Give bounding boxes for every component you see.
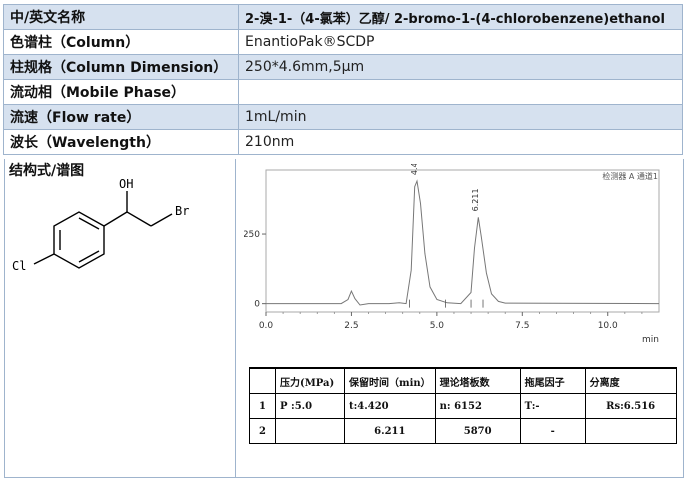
detector-label: 检测器 A 通道1 [602,171,658,181]
benzene-ring [53,211,105,269]
results-cell: 5870 [434,418,521,444]
x-axis-unit: min [642,335,659,345]
info-table: 中/英文名称 2-溴-1-（4-氯苯）乙醇/ 2-bromo-1-(4-chlo… [3,4,683,155]
info-label: 流动相（Mobile Phase） [3,79,239,105]
info-row-mobile-phase: 流动相（Mobile Phase） [3,79,683,105]
br-label: Br [175,204,189,218]
results-cell [584,418,677,444]
results-cell: Rs:6.516 [584,393,677,419]
info-row-name: 中/英文名称 2-溴-1-（4-氯苯）乙醇/ 2-bromo-1-(4-chlo… [3,4,683,30]
info-row-dimension: 柱规格（Column Dimension） 250*4.6mm,5μm [3,54,683,80]
info-label: 柱规格（Column Dimension） [3,54,239,80]
x-tick-label: 0.0 [259,321,274,331]
peak-label: 6.211 [471,188,480,211]
info-row-wavelength: 波长（Wavelength） 210nm [3,129,683,155]
results-header-cell: 压力(MPa) [275,367,345,394]
results-cell: 1 [249,393,276,419]
results-row: 1 P :5.0 t:4.420 n: 6152 T:- Rs:6.516 [249,393,677,419]
info-row-column: 色谱柱（Column） EnantioPak®SCDP [3,29,683,55]
results-table: 压力(MPa) 保留时间（min） 理论塔板数 拖尾因子 分离度 1 P :5.… [249,367,677,444]
y-tick-label: 0 [254,300,260,310]
y-tick-label: 250 [244,230,260,240]
results-cell: P :5.0 [275,393,345,419]
info-label: 中/英文名称 [3,4,239,30]
info-label: 波长（Wavelength） [3,129,239,155]
results-header-cell: 理论塔板数 [434,367,521,394]
info-row-flow-rate: 流速（Flow rate） 1mL/min [3,104,683,130]
cl-label: Cl [12,259,26,273]
results-cell [275,418,345,444]
results-cell: T:- [519,393,586,419]
results-cell: 6.211 [344,418,436,444]
info-label: 流速（Flow rate） [3,104,239,130]
results-cell: n: 6152 [434,393,521,419]
oh-label: OH [119,177,133,191]
results-header-cell: 分离度 [584,367,677,394]
info-value: 210nm [238,129,683,155]
info-value: 2-溴-1-（4-氯苯）乙醇/ 2-bromo-1-(4-chlorobenze… [238,4,683,30]
info-value: EnantioPak®SCDP [238,29,683,55]
results-cell: t:4.420 [344,393,436,419]
peak-label: 4.420 [410,164,419,175]
plot-frame [265,169,660,313]
results-header-cell: 拖尾因子 [519,367,586,394]
chromatogram-chart: 0.0 2.5 5.0 7.5 10.0 0 250 min 检测器 A 通道1 4.420 6.… [244,164,660,345]
info-label: 色谱柱（Column） [3,29,239,55]
chromatogram-trace [266,179,660,306]
x-tick-label: 5.0 [430,321,445,331]
x-tick-label: 10.0 [598,321,618,331]
info-value [238,79,683,105]
molecule-structure: OH Br Cl [12,177,189,273]
x-tick-label: 2.5 [344,321,358,331]
document: 中/英文名称 2-溴-1-（4-氯苯）乙醇/ 2-bromo-1-(4-chlo… [0,0,686,483]
results-cell: 2 [249,418,276,444]
info-value: 1mL/min [238,104,683,130]
results-cell: - [519,418,586,444]
results-header-cell [249,367,276,394]
results-row: 2 6.211 5870 - [249,418,677,444]
chart-axes: 0.0 2.5 5.0 7.5 10.0 0 250 min 检测器 A 通道1 [244,169,660,345]
results-header-cell: 保留时间（min） [344,367,436,394]
results-header-row: 压力(MPa) 保留时间（min） 理论塔板数 拖尾因子 分离度 [249,367,677,394]
x-tick-label: 7.5 [515,321,529,331]
info-value: 250*4.6mm,5μm [238,54,683,80]
